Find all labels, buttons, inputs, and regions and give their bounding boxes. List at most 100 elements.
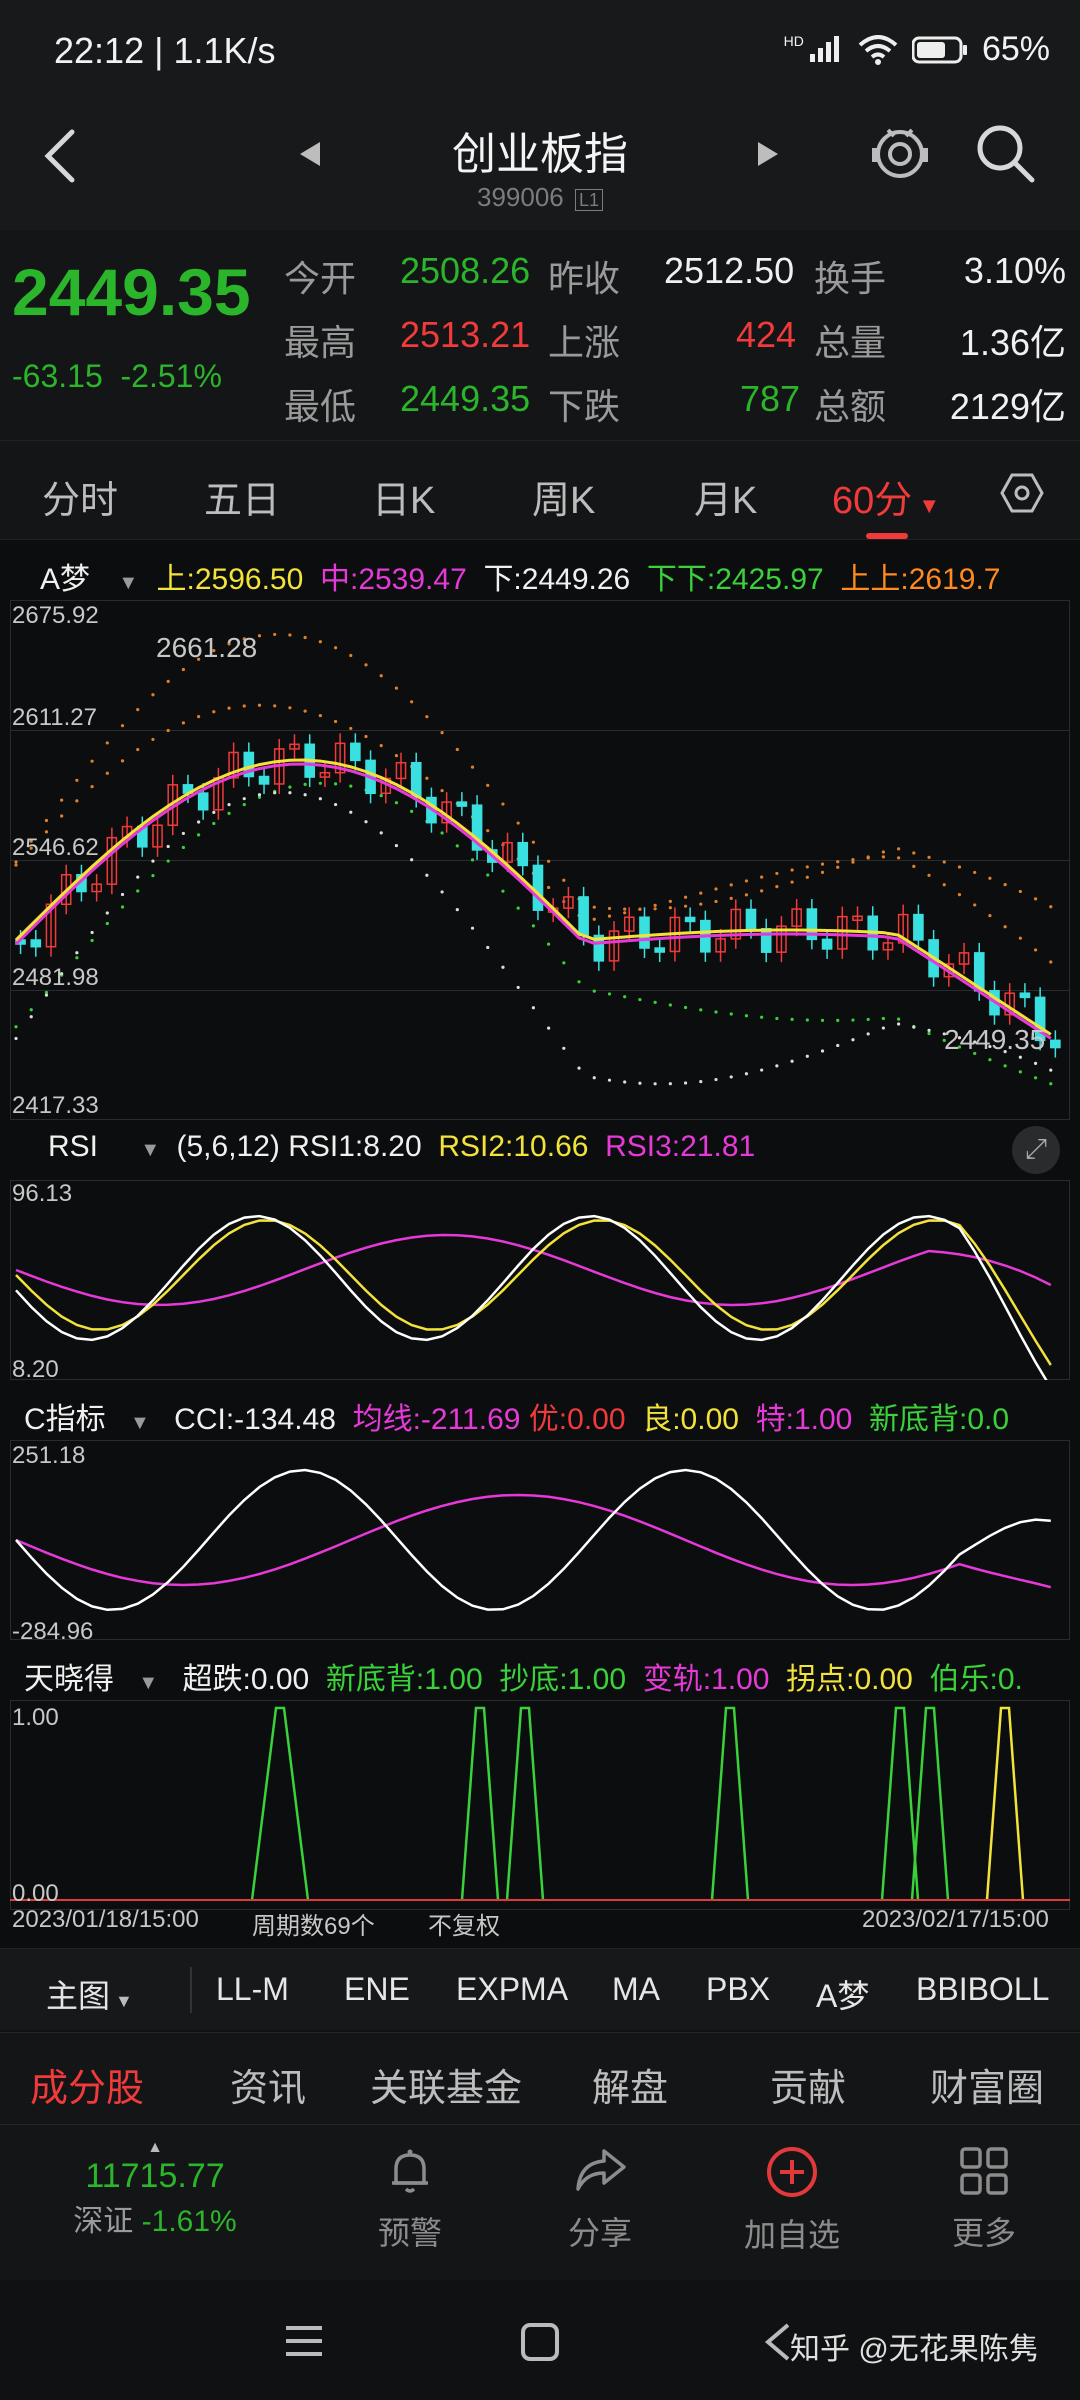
tab-related-funds[interactable]: 关联基金 <box>370 2057 522 2112</box>
band-dot <box>531 924 535 928</box>
caret-down-icon[interactable]: ▼ <box>140 1139 160 1161</box>
band-dot <box>699 891 703 895</box>
tab-constituents[interactable]: 成分股 <box>30 2057 144 2112</box>
level-badge: L1 <box>574 189 604 211</box>
tab-wealth-circle[interactable]: 财富圈 <box>930 2057 1044 2112</box>
main-indicator-legend: A梦 ▼ 上:2596.50 中:2539.47 下:2449.26 下下:24… <box>40 563 1001 596</box>
band-dot <box>333 802 338 807</box>
expand-icon[interactable]: ⤢ <box>1012 1126 1060 1174</box>
add-watchlist-button[interactable]: 加自选 <box>722 2145 862 2256</box>
txd-top-label: 1.00 <box>12 1704 59 1731</box>
rsi-name[interactable]: RSI <box>48 1130 98 1163</box>
volume-value: 1.36亿 <box>959 322 1066 363</box>
band-dot <box>1003 883 1007 887</box>
tab-60min[interactable]: 60分 ▼ <box>832 469 940 524</box>
tab-analysis[interactable]: 解盘 <box>592 2057 668 2112</box>
active-tab-indicator <box>866 533 908 539</box>
next-stock-icon[interactable] <box>756 140 780 168</box>
band-dot <box>760 889 764 893</box>
more-button[interactable]: 更多 <box>914 2145 1054 2254</box>
band-dot <box>668 906 672 910</box>
turnover-value: 3.10% <box>963 250 1066 291</box>
tab-five-day[interactable]: 五日 <box>204 469 280 524</box>
menu-icon[interactable] <box>284 2324 324 2358</box>
band-dot <box>318 714 322 718</box>
band-dot <box>151 859 155 863</box>
robot-assistant-icon[interactable] <box>868 120 932 184</box>
cci-chart[interactable] <box>10 1440 1070 1640</box>
band-dot <box>836 1018 840 1022</box>
caret-down-icon[interactable]: ▼ <box>118 572 138 594</box>
main-chart-selector[interactable]: 主图 ▼ <box>46 1971 133 2017</box>
settings-hexagon-icon[interactable] <box>1000 471 1044 515</box>
search-icon[interactable] <box>974 122 1036 184</box>
indicator-ameng[interactable]: A梦 <box>816 1971 869 2017</box>
home-icon[interactable] <box>520 2322 560 2362</box>
tab-weekly-k[interactable]: 周K <box>532 469 595 524</box>
share-button[interactable]: 分享 <box>530 2145 670 2254</box>
cci-name[interactable]: C指标 <box>24 1403 106 1436</box>
indicator-ma[interactable]: MA <box>612 1971 660 2008</box>
indicator-llm[interactable]: LL-M <box>216 1971 289 2008</box>
adjust-mode[interactable]: 不复权 <box>428 1906 500 1941</box>
band-dot <box>683 1081 688 1085</box>
candle-body <box>197 792 209 811</box>
candle-body <box>1050 1039 1061 1049</box>
indicator-ene[interactable]: ENE <box>344 1971 410 2008</box>
stock-header: 创业板指 399006 L1 <box>0 100 1080 230</box>
band-dot <box>623 907 627 911</box>
candlestick-chart[interactable] <box>10 600 1070 1120</box>
high-value: 2513.21 <box>400 314 531 355</box>
caret-down-icon[interactable]: ▼ <box>130 1412 150 1434</box>
band-dot <box>1018 936 1022 940</box>
candle-body <box>745 908 757 930</box>
indicator-pbx[interactable]: PBX <box>706 1971 770 2008</box>
tab-news[interactable]: 资讯 <box>230 2057 306 2112</box>
band-dot <box>653 907 657 911</box>
indicator-bbiboll[interactable]: BBIBOLL <box>916 1971 1049 2008</box>
caret-down-icon: ▼ <box>110 1991 133 2011</box>
band-dot <box>288 633 292 637</box>
signal-spike <box>505 1706 545 1901</box>
band-dot <box>988 1058 992 1062</box>
band-dot <box>547 885 551 890</box>
tab-monthly-k[interactable]: 月K <box>694 469 757 524</box>
band-dot <box>714 887 718 891</box>
index-ticker[interactable]: ▲ 11715.77 深证 -1.61% <box>30 2139 280 2240</box>
band-dot <box>668 899 672 903</box>
band-dot <box>14 863 18 867</box>
chart-area[interactable]: A梦 ▼ 上:2596.50 中:2539.47 下:2449.26 下下:24… <box>0 540 1080 1960</box>
band-dot <box>364 820 368 824</box>
alert-button[interactable]: 预警 <box>340 2145 480 2254</box>
main-indicator-name[interactable]: A梦 <box>40 563 90 596</box>
back-nav-icon[interactable] <box>762 2322 792 2362</box>
turnover-label: 换手 <box>814 258 887 299</box>
indicator-expma[interactable]: EXPMA <box>456 1971 568 2008</box>
band-dot <box>151 737 155 742</box>
txd-chart[interactable] <box>10 1700 1070 1910</box>
band-dot <box>729 1075 733 1079</box>
band-dot <box>744 879 749 883</box>
band-dot <box>577 1066 581 1070</box>
band-dot <box>714 1010 718 1014</box>
fall-value: 787 <box>740 378 801 419</box>
band-dot <box>897 1022 901 1026</box>
band-dot <box>455 908 459 912</box>
caret-down-icon[interactable]: ▼ <box>138 1672 158 1694</box>
band-dot <box>212 710 216 714</box>
rsi-chart[interactable] <box>10 1180 1070 1380</box>
tab-daily-k[interactable]: 日K <box>372 469 435 524</box>
tab-intraday[interactable]: 分时 <box>42 469 118 524</box>
tab-contribution[interactable]: 贡献 <box>770 2057 846 2112</box>
band-dot <box>607 914 612 918</box>
band-dot <box>136 875 140 879</box>
signal-spike <box>880 1706 920 1901</box>
band-dot <box>257 703 262 707</box>
band-dot <box>120 892 125 897</box>
share-icon <box>576 2149 626 2191</box>
band-dot <box>120 724 125 728</box>
band-dot <box>166 679 170 683</box>
txd-name[interactable]: 天晓得 <box>24 1663 114 1696</box>
band-dot <box>120 759 125 763</box>
band-dot <box>760 1068 764 1072</box>
